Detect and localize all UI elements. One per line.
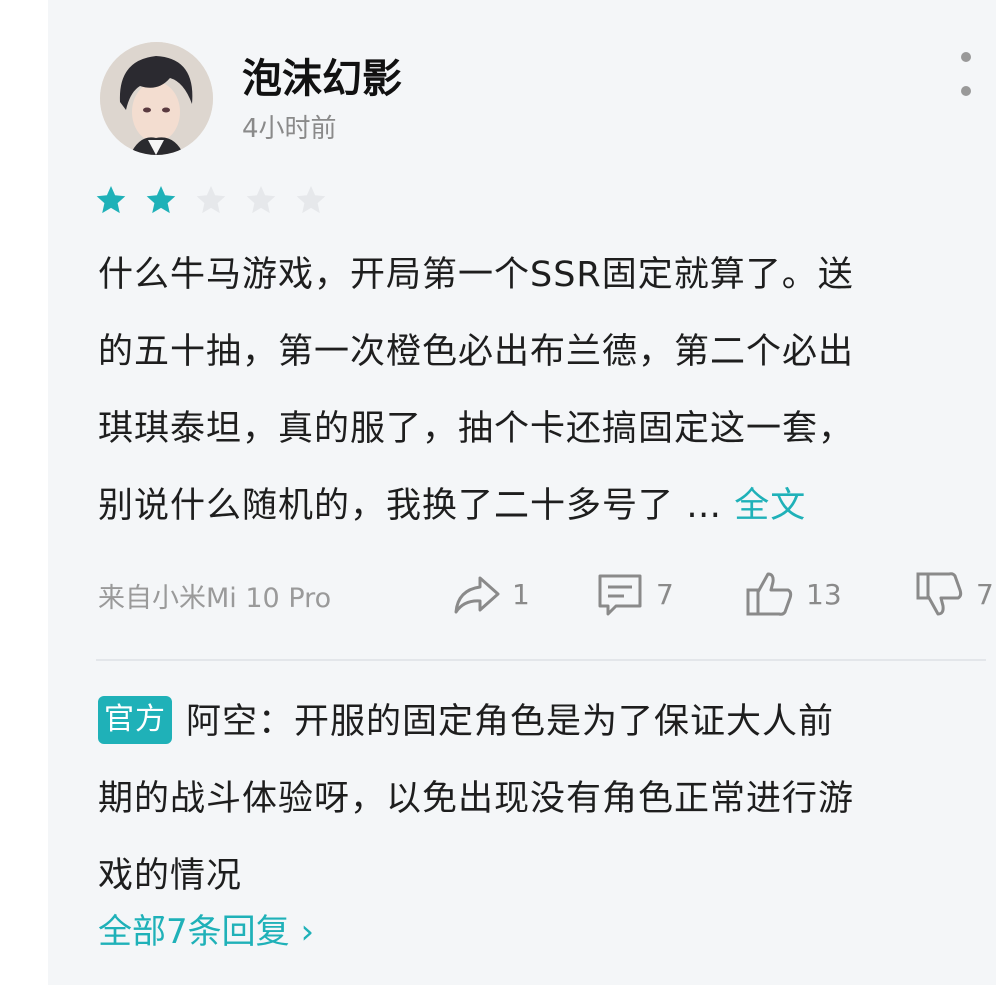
expand-fulltext-link[interactable]: 全文 (734, 486, 806, 526)
comment-icon (598, 574, 642, 616)
dislike-button[interactable]: 7 (914, 566, 994, 622)
like-count: 13 (806, 577, 842, 611)
star-empty-icon (246, 186, 276, 214)
review-line-text: 别说什么随机的，我换了二十多号了 … (98, 486, 735, 526)
review-line: 琪琪泰坦，真的服了，抽个卡还搞固定这一套， (98, 409, 855, 449)
share-button[interactable]: 1 (450, 566, 530, 622)
comment-button[interactable]: 7 (594, 566, 674, 622)
divider (96, 659, 986, 661)
post-time: 4小时前 (242, 114, 337, 144)
review-actions-row: 来自小米Mi 10 Pro 1 7 13 7 (98, 566, 996, 622)
user-avatar-illustration (100, 42, 213, 155)
like-button[interactable]: 13 (744, 566, 842, 622)
review-text[interactable]: 什么牛马游戏，开局第一个SSR固定就算了。送 的五十抽，第一次橙色必出布兰德，第… (98, 237, 978, 545)
star-empty-icon (196, 186, 226, 214)
view-all-replies-link[interactable]: 全部7条回复 › (98, 904, 314, 953)
reply-line-first: 官方 阿空：开服的固定角色是为了保证大人前 (98, 684, 988, 761)
thumbs-up-icon (746, 572, 793, 616)
review-line-last: 别说什么随机的，我换了二十多号了 … 全文 (98, 468, 978, 545)
avatar[interactable] (100, 42, 213, 155)
review-line: 什么牛马游戏，开局第一个SSR固定就算了。送 (98, 255, 854, 295)
review-line: 的五十抽，第一次橙色必出布兰德，第二个必出 (98, 332, 855, 372)
comment-count: 7 (656, 577, 674, 611)
reply-line-text: 阿空：开服的固定角色是为了保证大人前 (186, 702, 835, 742)
dislike-count: 7 (976, 577, 994, 611)
share-count: 1 (512, 577, 530, 611)
username[interactable]: 泡沫幻影 (242, 46, 402, 104)
more-dot-icon (961, 52, 971, 62)
star-filled-icon (96, 186, 126, 214)
share-icon (454, 576, 500, 614)
official-badge: 官方 (98, 696, 172, 744)
more-dot-icon (961, 86, 971, 96)
star-filled-icon (146, 186, 176, 214)
star-empty-icon (296, 186, 326, 214)
official-reply[interactable]: 官方 阿空：开服的固定角色是为了保证大人前 期的战斗体验呀，以免出现没有角色正常进… (98, 684, 988, 915)
device-label: 来自小米Mi 10 Pro (98, 583, 332, 614)
thumbs-down-icon (916, 572, 963, 616)
reply-line: 期的战斗体验呀，以免出现没有角色正常进行游 (98, 779, 855, 819)
star-rating (95, 184, 327, 216)
more-options-button[interactable] (950, 52, 982, 96)
